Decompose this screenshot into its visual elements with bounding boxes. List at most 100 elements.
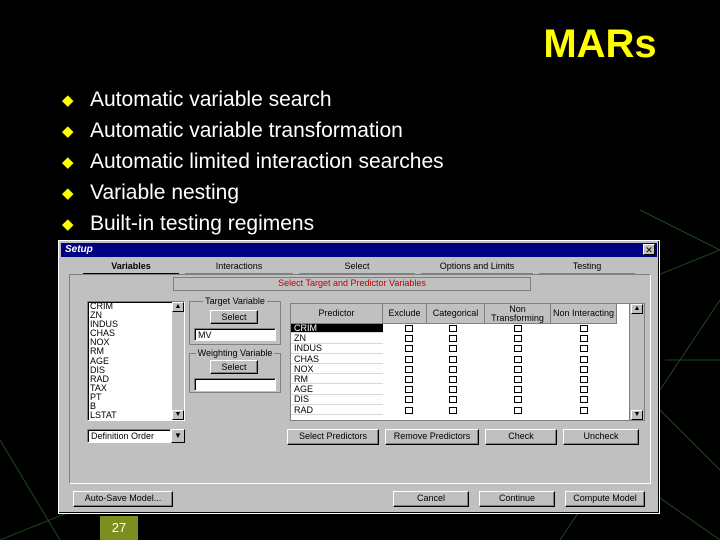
scroll-up-icon[interactable]: ▲	[631, 304, 643, 314]
select-predictors-button[interactable]: Select Predictors	[287, 429, 379, 445]
target-select-button[interactable]: Select	[210, 310, 258, 324]
variable-list[interactable]: CRIM ZN INDUS CHAS NOX RM AGE DIS RAD TA…	[87, 301, 185, 421]
categorical-checkbox[interactable]	[449, 325, 457, 332]
non-interacting-checkbox[interactable]	[580, 355, 588, 363]
cancel-button[interactable]: Cancel	[393, 491, 469, 507]
exclude-checkbox[interactable]	[405, 325, 413, 332]
scroll-down-icon[interactable]: ▼	[172, 410, 184, 420]
list-item[interactable]: CRIM	[88, 301, 184, 311]
close-button[interactable]: ✕	[643, 244, 655, 255]
non-interacting-checkbox[interactable]	[580, 325, 588, 332]
non-interacting-checkbox[interactable]	[580, 406, 588, 414]
non-transforming-checkbox[interactable]	[514, 345, 522, 353]
predictor-row[interactable]: RM	[291, 374, 383, 385]
tab-select[interactable]: Select	[299, 261, 415, 274]
check-button[interactable]: Check	[485, 429, 557, 445]
section-heading: Select Target and Predictor Variables	[173, 277, 531, 291]
bullet-marker-icon: ◆	[62, 215, 74, 233]
categorical-checkbox[interactable]	[449, 406, 457, 414]
list-item[interactable]: TAX	[88, 383, 184, 393]
dialog-title: Setup	[65, 244, 93, 255]
scroll-up-icon[interactable]: ▲	[172, 302, 184, 312]
auto-save-model-button[interactable]: Auto-Save Model...	[73, 491, 173, 507]
exclude-checkbox[interactable]	[405, 335, 413, 343]
grid-scrollbar[interactable]: ▲ ▼	[629, 304, 644, 420]
continue-button[interactable]: Continue	[479, 491, 555, 507]
uncheck-button[interactable]: Uncheck	[563, 429, 639, 445]
chevron-down-icon[interactable]: ▼	[171, 429, 185, 443]
bullet-text: Automatic limited interaction searches	[90, 149, 444, 173]
categorical-checkbox[interactable]	[449, 376, 457, 383]
non-transforming-checkbox[interactable]	[514, 376, 522, 383]
tab-testing[interactable]: Testing	[539, 261, 635, 274]
categorical-checkbox[interactable]	[449, 345, 457, 353]
non-interacting-checkbox[interactable]	[580, 365, 588, 373]
tab-options-and-limits[interactable]: Options and Limits	[421, 261, 533, 274]
categorical-checkbox[interactable]	[449, 386, 457, 394]
bullet-item: ◆ Automatic limited interaction searches	[62, 146, 444, 177]
exclude-checkbox[interactable]	[405, 406, 413, 414]
predictor-row[interactable]: DIS	[291, 395, 383, 405]
non-interacting-checkbox[interactable]	[580, 376, 588, 383]
weighting-select-button[interactable]: Select	[210, 360, 258, 374]
non-transforming-checkbox[interactable]	[514, 355, 522, 363]
column-header-non-interacting[interactable]: Non Interacting	[551, 304, 617, 324]
predictor-row[interactable]: RAD	[291, 405, 383, 415]
exclude-checkbox[interactable]	[405, 386, 413, 394]
remove-predictors-button[interactable]: Remove Predictors	[385, 429, 479, 445]
dialog-titlebar: Setup ✕	[61, 243, 657, 257]
non-transforming-checkbox[interactable]	[514, 386, 522, 394]
sort-order-value[interactable]: Definition Order	[87, 429, 171, 443]
variable-list-scrollbar[interactable]: ▲ ▼	[172, 302, 184, 420]
predictor-row[interactable]: INDUS	[291, 344, 383, 354]
bullet-item: ◆ Built-in testing regimens	[62, 208, 444, 239]
exclude-checkbox[interactable]	[405, 376, 413, 383]
predictor-row[interactable]: CHAS	[291, 354, 383, 364]
sort-order-select[interactable]: Definition Order ▼	[87, 429, 185, 443]
weighting-variable-group: Weighting Variable Select	[189, 348, 281, 393]
bullet-text: Built-in testing regimens	[90, 211, 315, 235]
non-transforming-checkbox[interactable]	[514, 396, 522, 404]
weighting-variable-field[interactable]	[194, 378, 276, 391]
column-header-non-transforming[interactable]: Non Transforming	[485, 304, 551, 324]
categorical-checkbox[interactable]	[449, 355, 457, 363]
predictor-row[interactable]: AGE	[291, 384, 383, 395]
tab-variables[interactable]: Variables	[83, 261, 179, 274]
page-number: 27	[100, 516, 138, 540]
non-interacting-checkbox[interactable]	[580, 396, 588, 404]
tab-interactions[interactable]: Interactions	[185, 261, 293, 274]
predictor-row[interactable]: NOX	[291, 364, 383, 375]
non-interacting-checkbox[interactable]	[580, 335, 588, 343]
compute-model-button[interactable]: Compute Model	[565, 491, 645, 507]
non-transforming-checkbox[interactable]	[514, 365, 522, 373]
predictor-row[interactable]: CRIM	[291, 323, 383, 334]
column-header-predictor[interactable]: Predictor	[291, 304, 383, 324]
bullet-list: ◆ Automatic variable search ◆ Automatic va…	[62, 84, 444, 239]
non-transforming-checkbox[interactable]	[514, 406, 522, 414]
list-item[interactable]: LSTAT	[88, 411, 184, 420]
target-variable-label: Target Variable	[203, 296, 267, 306]
non-transforming-checkbox[interactable]	[514, 335, 522, 343]
target-variable-field[interactable]: MV	[194, 328, 276, 341]
exclude-checkbox[interactable]	[405, 396, 413, 404]
list-item[interactable]: PT	[88, 392, 184, 402]
categorical-checkbox[interactable]	[449, 365, 457, 373]
categorical-checkbox[interactable]	[449, 335, 457, 343]
exclude-checkbox[interactable]	[405, 365, 413, 373]
bullet-item: ◆ Automatic variable search	[62, 84, 444, 115]
column-header-exclude[interactable]: Exclude	[383, 304, 427, 324]
exclude-checkbox[interactable]	[405, 345, 413, 353]
target-variable-group: Target Variable Select MV	[189, 296, 281, 345]
categorical-checkbox[interactable]	[449, 396, 457, 404]
bullet-text: Variable nesting	[90, 180, 240, 204]
non-interacting-checkbox[interactable]	[580, 345, 588, 353]
bullet-text: Automatic variable transformation	[90, 118, 403, 142]
non-interacting-checkbox[interactable]	[580, 386, 588, 394]
slide-title: MARs	[543, 22, 657, 66]
setup-dialog: Setup ✕ Variables Interactions Select Op…	[58, 240, 660, 514]
scroll-down-icon[interactable]: ▼	[631, 410, 643, 420]
predictor-row[interactable]: ZN	[291, 333, 383, 344]
column-header-categorical[interactable]: Categorical	[427, 304, 485, 324]
non-transforming-checkbox[interactable]	[514, 325, 522, 332]
exclude-checkbox[interactable]	[405, 355, 413, 363]
